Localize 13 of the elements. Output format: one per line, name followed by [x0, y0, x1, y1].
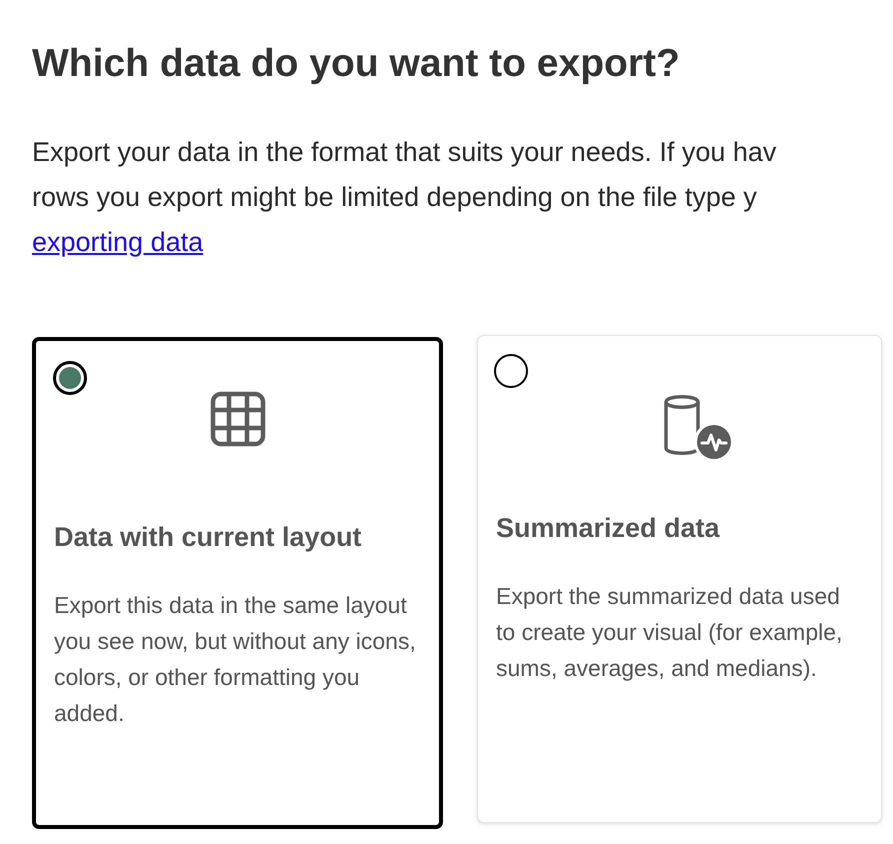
option-card[interactable]: Data with current layout Export this data in the same layout you see now, but without any icons, colors, or other formatting you added. — [32, 337, 443, 829]
option-description: Export the summarized data used to create your visual (for example, sums, averages, and medians). — [496, 582, 844, 683]
dialog-heading: Which data do you want to export? — [32, 41, 681, 87]
option-title: Summarized data — [496, 512, 721, 545]
option-card[interactable]: Summarized data Export the summarized data used to create your visual (for example, sums, averages, and medians). — [477, 335, 882, 823]
radio-button[interactable] — [494, 354, 528, 388]
description-line: rows you export might be limited depending on the file type y — [32, 181, 757, 214]
option-description: Export this data in the same layout you see now, but without any icons, colors, or other formatting you added. — [54, 591, 417, 728]
table-icon — [210, 391, 266, 447]
description-line: Export your data in the format that suits your needs. If you hav — [32, 136, 776, 169]
option-title: Data with current layout — [54, 521, 363, 554]
help-link[interactable]: exporting data — [32, 220, 204, 265]
radio-button[interactable] — [53, 361, 87, 395]
